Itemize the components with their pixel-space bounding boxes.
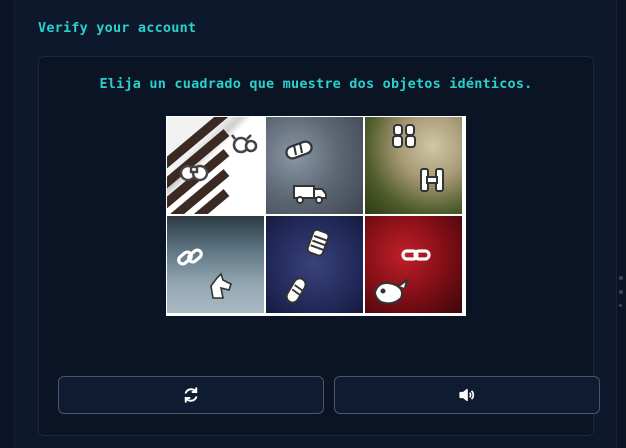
truck-icon <box>292 177 328 207</box>
panel-title: Verify your account <box>38 20 197 36</box>
captcha-tile-5[interactable] <box>266 216 363 313</box>
captcha-tile-3[interactable] <box>365 117 462 214</box>
binoculars-icon <box>179 157 209 187</box>
refresh-button[interactable] <box>58 376 324 414</box>
captcha-tile-4[interactable] <box>167 216 264 313</box>
link-chain-icon <box>401 240 431 270</box>
audio-challenge-button[interactable] <box>334 376 600 414</box>
bull-icon <box>229 131 259 161</box>
verify-panel: Verify your account Elija un cuadrado qu… <box>14 0 617 448</box>
refresh-icon <box>184 387 198 403</box>
captcha-tile-6[interactable] <box>365 216 462 313</box>
captcha-tile-2[interactable] <box>266 117 363 214</box>
binoculars-icon <box>389 121 419 151</box>
bread-roll-icon <box>282 276 312 306</box>
captcha-tile-1[interactable] <box>167 117 264 214</box>
decorative-dot <box>619 290 623 294</box>
binoculars-icon <box>417 165 447 195</box>
captcha-card: Elija un cuadrado que muestre dos objeto… <box>38 56 600 436</box>
link-chain-icon <box>175 242 205 272</box>
decorative-dot <box>619 304 622 307</box>
bread-roll-icon <box>304 228 334 258</box>
whale-icon <box>371 274 411 308</box>
speaker-icon <box>459 388 475 402</box>
captcha-instruction: Elija un cuadrado que muestre dos objeto… <box>99 76 533 92</box>
bread-roll-icon <box>284 135 314 165</box>
decorative-dot <box>619 276 623 280</box>
captcha-grid <box>166 116 466 316</box>
horse-icon <box>205 272 235 302</box>
